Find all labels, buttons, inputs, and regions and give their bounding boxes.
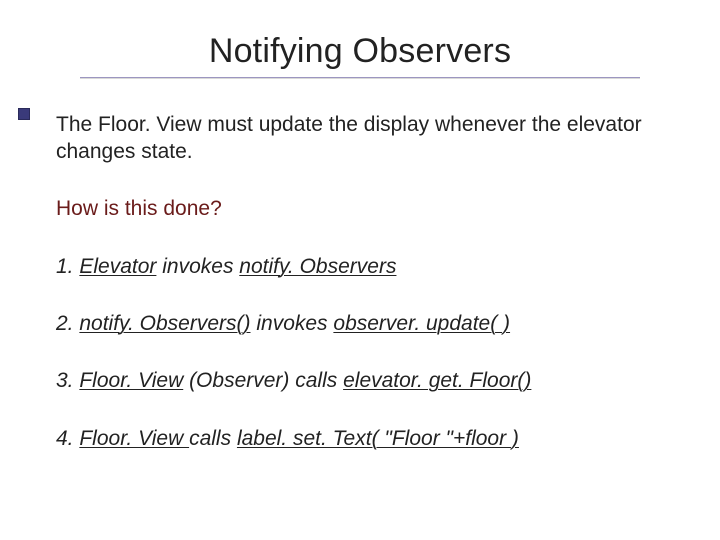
step-verb: (Observer) calls — [183, 369, 343, 392]
step-2: 2. notify. Observers() invokes observer.… — [56, 310, 664, 337]
intro-text: The Floor. View must update the display … — [56, 112, 664, 166]
question-text: How is this done? — [56, 196, 664, 223]
slide: Notifying Observers The Floor. View must… — [0, 0, 720, 540]
step-subject: Floor. View — [79, 369, 183, 392]
step-verb: invokes — [156, 255, 239, 278]
step-number: 4. — [56, 427, 79, 450]
step-subject: notify. Observers() — [79, 312, 250, 335]
step-object: elevator. get. Floor() — [343, 369, 531, 392]
step-number: 1. — [56, 255, 79, 278]
step-verb: calls — [189, 427, 237, 450]
slide-body: The Floor. View must update the display … — [56, 112, 664, 452]
step-object: observer. update( ) — [333, 312, 510, 335]
step-1: 1. Elevator invokes notify. Observers — [56, 253, 664, 280]
title-bullet — [18, 108, 30, 120]
step-4: 4. Floor. View calls label. set. Text( "… — [56, 425, 664, 452]
title-underline — [80, 77, 640, 78]
slide-title: Notifying Observers — [48, 32, 672, 71]
step-verb: invokes — [251, 312, 334, 335]
step-number: 2. — [56, 312, 79, 335]
step-subject: Elevator — [79, 255, 156, 278]
step-object: notify. Observers — [239, 255, 396, 278]
step-object: label. set. Text( "Floor "+floor ) — [237, 427, 519, 450]
step-3: 3. Floor. View (Observer) calls elevator… — [56, 367, 664, 394]
step-subject: Floor. View — [79, 427, 189, 450]
step-number: 3. — [56, 369, 79, 392]
